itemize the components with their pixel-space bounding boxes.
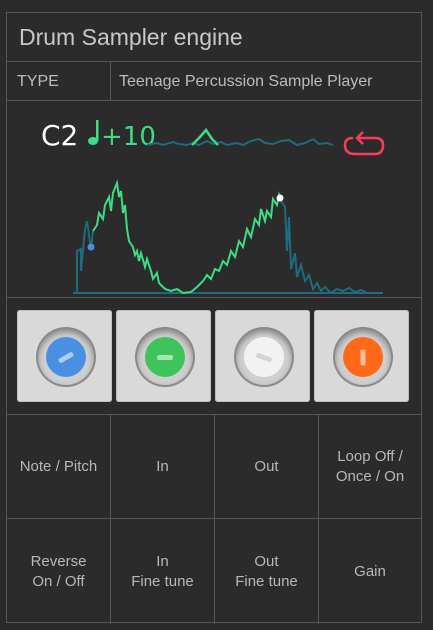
knob-row [7,298,421,415]
knob-blue-cap [46,337,86,377]
param-reverse: Reverse On / Off [7,519,111,624]
knob-orange-cap [343,337,383,377]
knob-blue[interactable] [38,329,94,385]
param-out-fine-tune: Out Fine tune [215,519,319,624]
waveform-overview [146,137,334,147]
knob-cell-2 [116,310,211,402]
param-in-fine-tune: In Fine tune [111,519,215,624]
loop-icon [343,131,385,156]
engine-title: Drum Sampler engine [7,13,421,62]
param-note-pitch: Note / Pitch [7,415,111,519]
tune-readout: +10 [101,122,156,152]
knob-cell-4 [314,310,409,402]
knob-green-cap [145,337,185,377]
param-in: In [111,415,215,519]
knob-orange[interactable] [335,329,391,385]
music-note-icon [88,120,99,145]
knob-white-cap [244,337,284,377]
type-label: TYPE [7,62,111,100]
param-gain: Gain [354,562,386,580]
type-value: Teenage Percussion Sample Player [119,73,373,90]
parameter-grid: Note / Pitch In Out Loop Off / Once / On… [7,415,421,624]
waveform-left [76,220,94,293]
waveform-active [92,179,282,295]
note-readout: C2 [41,119,78,152]
param-loop: Loop Off / Once / On [319,415,421,519]
display-svg: C2 +10 [41,119,385,295]
drum-sampler-panel: Drum Sampler engine TYPE Teenage Percuss… [6,12,422,624]
knob-cell-3 [215,310,310,402]
type-row: TYPE Teenage Percussion Sample Player [7,62,421,101]
knob-green[interactable] [137,329,193,385]
knob-white[interactable] [236,329,292,385]
knob-cell-1 [17,310,112,402]
out-marker[interactable] [276,194,284,202]
param-out: Out [215,415,319,519]
waveform-right [280,200,368,295]
in-marker[interactable] [87,243,95,251]
sample-display: C2 +10 [7,101,421,298]
